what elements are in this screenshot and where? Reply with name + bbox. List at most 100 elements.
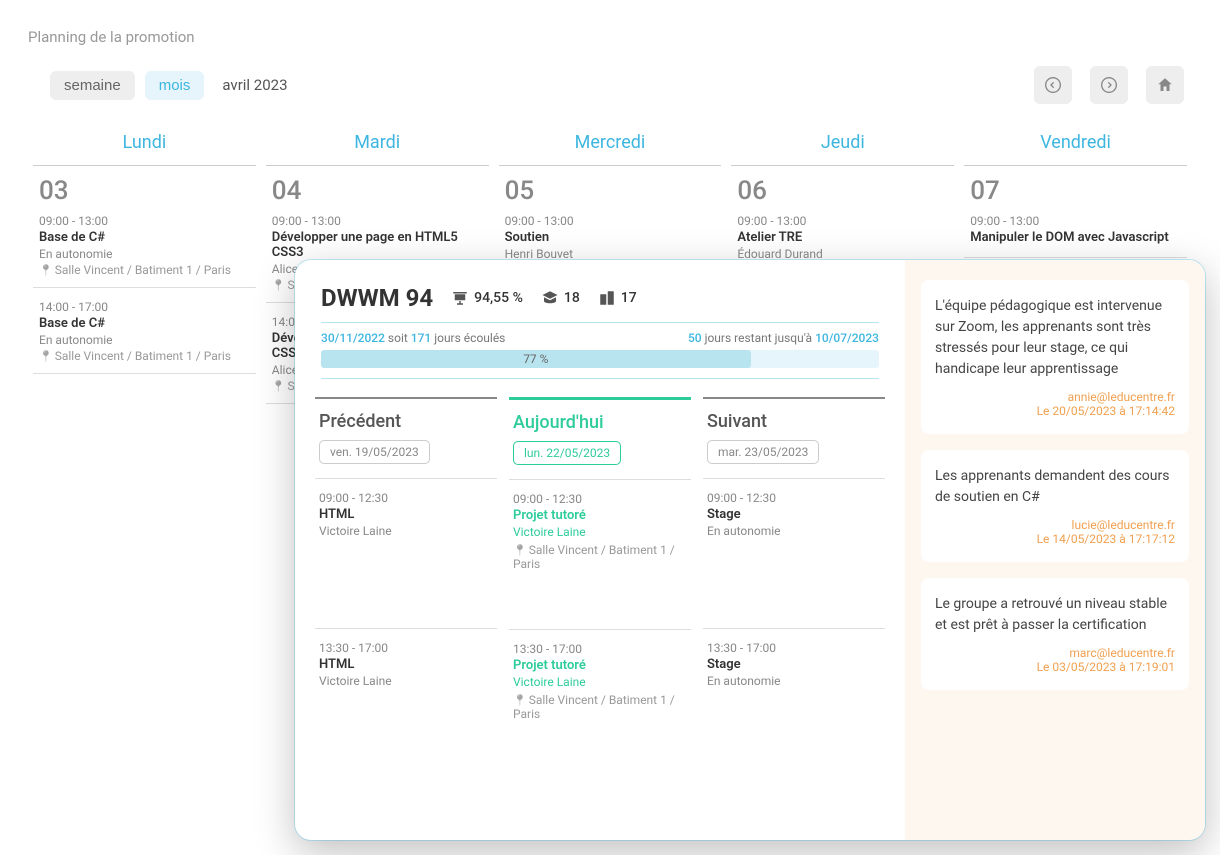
event-sub: En autonomie xyxy=(39,247,250,261)
session-sub: Victoire Laine xyxy=(319,524,493,538)
day-number: 04 xyxy=(266,166,489,210)
event-title: Manipuler le DOM avec Javascript xyxy=(970,230,1181,245)
note-card[interactable]: L'équipe pédagogique est intervenue sur … xyxy=(921,280,1189,434)
progress-section: 30/11/2022 soit 171 jours écoulés 50 jou… xyxy=(321,322,879,379)
student-icon xyxy=(541,289,559,307)
event-time: 09:00 - 13:00 xyxy=(39,214,250,228)
event-sub: Édouard Durand xyxy=(737,247,948,261)
session-location: Salle Vincent / Batiment 1 / Paris xyxy=(513,543,687,571)
detail-modal: DWWM 94 94,55 % 18 17 30/11/2022 soit 17… xyxy=(295,260,1205,840)
notes-panel: L'équipe pédagogique est intervenue sur … xyxy=(905,260,1205,840)
calendar-event[interactable]: 09:00 - 13:00 Manipuler le DOM avec Javas… xyxy=(964,210,1187,258)
stat-companies: 17 xyxy=(598,289,637,307)
note-text: L'équipe pédagogique est intervenue sur … xyxy=(935,296,1175,380)
calendar-event[interactable]: 09:00 - 13:00 Base de C# En autonomie Salle… xyxy=(33,210,256,288)
home-icon xyxy=(1156,76,1174,94)
session-title: HTML xyxy=(319,507,493,522)
view-month-button[interactable]: mois xyxy=(145,71,205,100)
day-header[interactable]: Mardi xyxy=(266,122,489,166)
session-block[interactable]: 09:00 - 12:30 Stage En autonomie xyxy=(703,478,885,628)
day-header[interactable]: Jeudi xyxy=(731,122,954,166)
event-sub: Henri Bouvet xyxy=(505,247,716,261)
calendar-event[interactable]: 14:00 - 17:00 Base de C# En autonomie Salle… xyxy=(33,296,256,374)
event-time: 09:00 - 13:00 xyxy=(505,214,716,228)
presentation-icon xyxy=(451,289,469,307)
note-meta: lucie@leducentre.frLe 14/05/2023 à 17:17… xyxy=(935,518,1175,546)
session-sub: Victoire Laine xyxy=(513,525,687,539)
modal-main: DWWM 94 94,55 % 18 17 30/11/2022 soit 17… xyxy=(295,260,905,840)
current-month-label: avril 2023 xyxy=(222,76,287,94)
session-date-pill[interactable]: mar. 23/05/2023 xyxy=(707,440,819,464)
session-location: Salle Vincent / Batiment 1 / Paris xyxy=(513,693,687,721)
session-block[interactable]: 13:30 - 17:00 Stage En autonomie xyxy=(703,628,885,778)
session-col-header: Aujourd'hui xyxy=(509,400,691,441)
session-time: 09:00 - 12:30 xyxy=(513,492,687,506)
stat-people: 18 xyxy=(541,289,580,307)
session-date-pill[interactable]: lun. 22/05/2023 xyxy=(513,441,621,465)
note-meta: annie@leducentre.frLe 20/05/2023 à 17:14… xyxy=(935,390,1175,418)
progress-end: 50 jours restant jusqu'à 10/07/2023 xyxy=(688,331,879,345)
session-sub: Victoire Laine xyxy=(319,674,493,688)
session-block[interactable]: 13:30 - 17:00 HTML Victoire Laine xyxy=(315,628,497,778)
session-col-header: Suivant xyxy=(703,399,885,440)
arrow-left-icon xyxy=(1045,77,1061,93)
home-button[interactable] xyxy=(1146,66,1184,104)
session-column: Aujourd'huilun. 22/05/2023 09:00 - 12:30 P… xyxy=(509,397,691,779)
event-time: 09:00 - 13:00 xyxy=(970,214,1181,228)
session-title: HTML xyxy=(319,657,493,672)
toolbar: semaine mois avril 2023 xyxy=(0,66,1220,122)
session-column: Précédentven. 19/05/2023 09:00 - 12:30 HTM… xyxy=(315,397,497,779)
session-time: 09:00 - 12:30 xyxy=(707,491,881,505)
page-title: Planning de la promotion xyxy=(0,0,1220,66)
day-column: Lundi03 09:00 - 13:00 Base de C# En autonom… xyxy=(33,122,256,412)
session-time: 13:30 - 17:00 xyxy=(319,641,493,655)
note-text: Les apprenants demandent des cours de so… xyxy=(935,466,1175,508)
note-text: Le groupe a retrouvé un niveau stable et… xyxy=(935,594,1175,636)
arrow-right-icon xyxy=(1101,77,1117,93)
building-icon xyxy=(598,289,616,307)
session-date-pill[interactable]: ven. 19/05/2023 xyxy=(319,440,430,464)
session-block[interactable]: 09:00 - 12:30 HTML Victoire Laine xyxy=(315,478,497,628)
session-col-header: Précédent xyxy=(315,399,497,440)
session-title: Projet tutoré xyxy=(513,508,687,523)
note-card[interactable]: Les apprenants demandent des cours de so… xyxy=(921,450,1189,562)
event-title: Soutien xyxy=(505,230,716,245)
event-location: Salle Vincent / Batiment 1 / Paris xyxy=(39,263,250,277)
session-column: Suivantmar. 23/05/2023 09:00 - 12:30 Stage… xyxy=(703,397,885,779)
prev-button[interactable] xyxy=(1034,66,1072,104)
day-number: 07 xyxy=(964,166,1187,210)
next-button[interactable] xyxy=(1090,66,1128,104)
session-time: 13:30 - 17:00 xyxy=(707,641,881,655)
event-time: 14:00 - 17:00 xyxy=(39,300,250,314)
event-sub: En autonomie xyxy=(39,333,250,347)
day-header[interactable]: Vendredi xyxy=(964,122,1187,166)
note-meta: marc@leducentre.frLe 03/05/2023 à 17:19:… xyxy=(935,646,1175,674)
event-title: Base de C# xyxy=(39,316,250,331)
session-title: Stage xyxy=(707,657,881,672)
session-block[interactable]: 09:00 - 12:30 Projet tutoré Victoire Laine… xyxy=(509,479,691,629)
day-header[interactable]: Mercredi xyxy=(499,122,722,166)
event-title: Base de C# xyxy=(39,230,250,245)
view-week-button[interactable]: semaine xyxy=(50,71,135,100)
session-time: 13:30 - 17:00 xyxy=(513,642,687,656)
session-time: 09:00 - 12:30 xyxy=(319,491,493,505)
note-card[interactable]: Le groupe a retrouvé un niveau stable et… xyxy=(921,578,1189,690)
session-sub: En autonomie xyxy=(707,674,881,688)
modal-title: DWWM 94 xyxy=(321,284,433,312)
session-sub: En autonomie xyxy=(707,524,881,538)
session-block[interactable]: 13:30 - 17:00 Projet tutoré Victoire Laine… xyxy=(509,629,691,779)
event-time: 09:00 - 13:00 xyxy=(272,214,483,228)
stat-rate: 94,55 % xyxy=(451,289,523,307)
day-number: 06 xyxy=(731,166,954,210)
event-location: Salle Vincent / Batiment 1 / Paris xyxy=(39,349,250,363)
event-time: 09:00 - 13:00 xyxy=(737,214,948,228)
day-header[interactable]: Lundi xyxy=(33,122,256,166)
event-title: Développer une page en HTML5 CSS3 xyxy=(272,230,483,260)
modal-header: DWWM 94 94,55 % 18 17 xyxy=(315,284,885,322)
day-number: 03 xyxy=(33,166,256,210)
session-title: Projet tutoré xyxy=(513,658,687,673)
session-sub: Victoire Laine xyxy=(513,675,687,689)
progress-start: 30/11/2022 soit 171 jours écoulés xyxy=(321,331,505,345)
session-title: Stage xyxy=(707,507,881,522)
progress-fill: 77 % xyxy=(321,350,751,368)
